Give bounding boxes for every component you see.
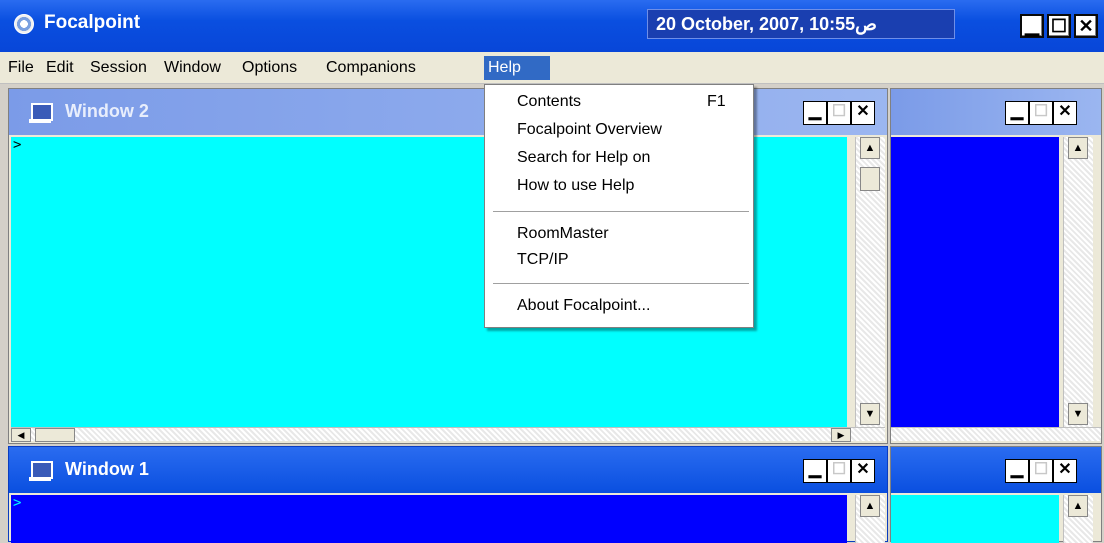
- terminal-area[interactable]: [891, 495, 1059, 543]
- minimize-icon[interactable]: ▁: [1005, 101, 1029, 125]
- maximize-icon[interactable]: ☐: [1029, 459, 1053, 483]
- window-right-top-title-bar[interactable]: ▁ ☐ ✕: [891, 89, 1101, 135]
- horizontal-scrollbar[interactable]: [891, 427, 1101, 441]
- scroll-down-icon[interactable]: ▼: [1068, 403, 1088, 425]
- vertical-scrollbar[interactable]: ▲: [855, 495, 885, 543]
- prompt: >: [13, 137, 22, 153]
- menu-options[interactable]: Options: [238, 56, 301, 80]
- menu-session[interactable]: Session: [86, 56, 151, 80]
- close-icon[interactable]: ✕: [1053, 101, 1077, 125]
- scroll-up-icon[interactable]: ▲: [1068, 137, 1088, 159]
- menu-window[interactable]: Window: [160, 56, 225, 80]
- scroll-thumb[interactable]: [35, 428, 75, 442]
- menu-separator: [493, 283, 749, 284]
- globe-icon: [14, 14, 34, 34]
- menu-separator: [493, 211, 749, 212]
- menu-item-howto[interactable]: How to use Help: [517, 177, 634, 195]
- menu-item-search[interactable]: Search for Help on: [517, 149, 650, 167]
- window-1[interactable]: Window 1 ▁ ☐ ✕ > ▲: [8, 446, 888, 543]
- scroll-up-icon[interactable]: ▲: [860, 137, 880, 159]
- scroll-thumb[interactable]: [860, 167, 880, 191]
- vertical-scrollbar[interactable]: ▲ ▼: [855, 137, 885, 427]
- maximize-icon[interactable]: ☐: [827, 101, 851, 125]
- menu-item-about[interactable]: About Focalpoint...: [517, 297, 650, 315]
- minimize-icon[interactable]: ▁: [1020, 14, 1044, 38]
- close-icon[interactable]: ✕: [851, 101, 875, 125]
- minimize-icon[interactable]: ▁: [803, 101, 827, 125]
- datetime-display: 20 October, 2007, ص10:55: [647, 9, 955, 39]
- scroll-down-icon[interactable]: ▼: [860, 403, 880, 425]
- app-title: Focalpoint: [44, 12, 141, 33]
- menu-item-overview[interactable]: Focalpoint Overview: [517, 121, 662, 139]
- maximize-icon[interactable]: ☐: [1047, 14, 1071, 38]
- window-1-title-bar[interactable]: Window 1 ▁ ☐ ✕: [9, 447, 887, 493]
- vertical-scrollbar[interactable]: ▲ ▼: [1063, 137, 1093, 427]
- menu-bar: File Edit Session Window Options Compani…: [0, 52, 1104, 84]
- menu-edit[interactable]: Edit: [42, 56, 78, 80]
- close-icon[interactable]: ✕: [1053, 459, 1077, 483]
- help-dropdown-menu: Contents F1 Focalpoint Overview Search f…: [484, 84, 754, 328]
- shortcut-label: F1: [707, 93, 726, 110]
- window-2-title: Window 2: [65, 101, 149, 121]
- menu-item-roommaster[interactable]: RoomMaster: [517, 225, 609, 243]
- scroll-up-icon[interactable]: ▲: [1068, 495, 1088, 517]
- maximize-icon[interactable]: ☐: [827, 459, 851, 483]
- window-1-title: Window 1: [65, 459, 149, 479]
- horizontal-scrollbar[interactable]: ◀ ▶: [11, 427, 885, 442]
- computer-icon: [29, 103, 53, 123]
- minimize-icon[interactable]: ▁: [803, 459, 827, 483]
- window-right-bottom-title-bar[interactable]: ▁ ☐ ✕: [891, 447, 1101, 493]
- window-right-bottom[interactable]: ▁ ☐ ✕ ▲: [890, 446, 1102, 543]
- prompt: >: [13, 495, 22, 511]
- close-icon[interactable]: ✕: [1074, 14, 1098, 38]
- terminal-area[interactable]: [891, 137, 1059, 427]
- app-title-bar: Focalpoint 20 October, 2007, ص10:55 ▁ ☐ …: [0, 0, 1104, 52]
- maximize-icon[interactable]: ☐: [1029, 101, 1053, 125]
- menu-item-contents[interactable]: Contents: [517, 93, 581, 111]
- window-2-title-bar[interactable]: Window 2 ▁ ☐ ✕: [9, 89, 887, 135]
- scroll-right-icon[interactable]: ▶: [831, 428, 851, 442]
- menu-file[interactable]: File: [4, 56, 38, 80]
- window-2[interactable]: Window 2 ▁ ☐ ✕ > ▲ ▼ ◀ ▶: [8, 88, 888, 444]
- scroll-up-icon[interactable]: ▲: [860, 495, 880, 517]
- menu-help[interactable]: Help: [484, 56, 550, 80]
- minimize-icon[interactable]: ▁: [1005, 459, 1029, 483]
- scroll-left-icon[interactable]: ◀: [11, 428, 31, 442]
- computer-icon: [29, 461, 53, 481]
- window-right-top[interactable]: ▁ ☐ ✕ ▲ ▼: [890, 88, 1102, 444]
- menu-companions[interactable]: Companions: [322, 56, 420, 80]
- close-icon[interactable]: ✕: [851, 459, 875, 483]
- menu-item-tcpip[interactable]: TCP/IP: [517, 251, 569, 269]
- vertical-scrollbar[interactable]: ▲: [1063, 495, 1093, 543]
- terminal-area[interactable]: >: [11, 495, 847, 543]
